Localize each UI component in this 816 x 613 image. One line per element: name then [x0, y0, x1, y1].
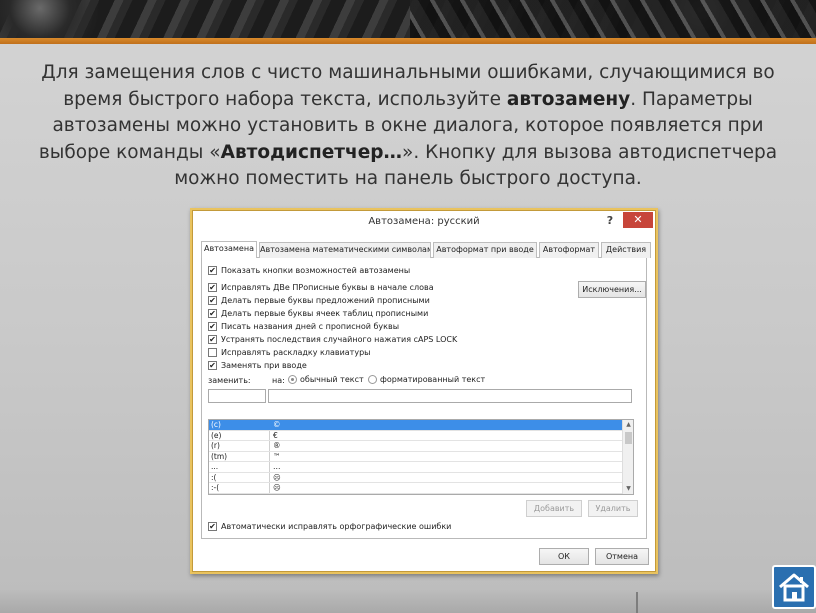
tab-actions[interactable]: Действия — [601, 242, 651, 258]
checkbox-replace-as-you-type[interactable]: ✔ — [208, 360, 217, 370]
list-scrollbar[interactable]: ▲ ▼ — [622, 420, 633, 494]
tab-strip: Автозамена Автозамена математическими си… — [201, 241, 651, 259]
option-label: Показать кнопки возможностей автозамены — [221, 265, 411, 275]
replace-label: заменить: — [208, 376, 251, 385]
checkbox-capitalize-days[interactable]: ✔ — [208, 321, 217, 331]
header-banner-texture — [410, 0, 816, 38]
checkbox-keyboard-layout[interactable] — [208, 347, 217, 357]
home-button[interactable] — [772, 565, 816, 609]
list-item-from: ... — [211, 462, 219, 471]
slide-text: Для замещения слов с чисто машинальными … — [30, 60, 786, 193]
delete-button[interactable]: Удалить — [588, 500, 638, 517]
option-label: Заменять при вводе — [221, 360, 307, 370]
option-label: Исправлять ДВе ПРописные буквы в начале … — [221, 282, 434, 292]
exceptions-button[interactable]: Исключения... — [578, 281, 646, 298]
replace-input[interactable] — [208, 389, 266, 403]
option-label: Делать первые буквы ячеек таблиц прописн… — [221, 308, 429, 318]
option-label: Делать первые буквы предложений прописны… — [221, 295, 430, 305]
list-item-to: © — [273, 420, 281, 429]
spellcheck-option[interactable]: ✔ Автоматически исправлять орфографическ… — [208, 520, 451, 532]
tab-autocorrect[interactable]: Автозамена — [201, 241, 257, 259]
checkbox-caps-lock[interactable]: ✔ — [208, 334, 217, 344]
radio-plain-text[interactable]: обычный текст — [288, 375, 364, 384]
option-two-initial-caps[interactable]: ✔ Исправлять ДВе ПРописные буквы в начал… — [208, 281, 434, 293]
list-item-to: € — [273, 430, 278, 440]
option-capitalize-sentences[interactable]: ✔ Делать первые буквы предложений пропис… — [208, 294, 430, 306]
accent-bar — [0, 38, 816, 44]
list-item-from: (c) — [211, 420, 221, 429]
option-replace-as-you-type[interactable]: ✔ Заменять при вводе — [208, 359, 307, 371]
option-capitalize-table-cells[interactable]: ✔ Делать первые буквы ячеек таблиц пропи… — [208, 307, 428, 319]
with-input[interactable] — [268, 389, 632, 403]
autocorrect-list[interactable]: (c) © (e) € (r) ® (tm) ™ ... … :( ☹ :-( ☹ ▲ ▼ — [208, 419, 634, 495]
list-item[interactable]: ... … — [209, 462, 633, 473]
checkbox-capitalize-table-cells[interactable]: ✔ — [208, 308, 217, 318]
cancel-button[interactable]: Отмена — [595, 548, 649, 565]
autocorrect-dialog: Автозамена: русский ? ✕ Автозамена Автоз… — [192, 210, 656, 572]
close-button[interactable]: ✕ — [623, 212, 653, 228]
footer-divider — [636, 592, 638, 613]
list-item-to: … — [273, 462, 281, 471]
list-item[interactable]: (r) ® — [209, 441, 633, 452]
dialog-titlebar: Автозамена: русский — [193, 211, 655, 233]
home-icon — [779, 573, 809, 602]
footer-strip — [0, 590, 816, 613]
list-item-from: (r) — [211, 441, 220, 450]
option-label: Автоматически исправлять орфографические… — [221, 521, 452, 531]
list-item-to: ☹ — [273, 483, 281, 492]
list-item[interactable]: :( ☹ — [209, 472, 633, 483]
scroll-thumb[interactable] — [625, 432, 632, 444]
show-buttons-option[interactable]: ✔ Показать кнопки возможностей автозамен… — [208, 264, 410, 276]
list-item[interactable]: :-( ☹ — [209, 483, 633, 494]
autocorrect-panel: ✔ Показать кнопки возможностей автозамен… — [201, 258, 647, 539]
tab-autoformat-as-you-type[interactable]: Автоформат при вводе — [433, 242, 537, 258]
option-capitalize-days[interactable]: ✔ Писать названия дней с прописной буквы — [208, 320, 399, 332]
radio-plain-icon[interactable] — [288, 375, 297, 384]
add-button[interactable]: Добавить — [526, 500, 582, 517]
checkbox-two-initial-caps[interactable]: ✔ — [208, 282, 217, 292]
checkbox-capitalize-sentences[interactable]: ✔ — [208, 295, 217, 305]
option-label: Исправлять раскладку клавиатуры — [221, 347, 371, 357]
intro-bold-autodispatcher: Автодиспетчер… — [220, 141, 402, 163]
list-item-from: (tm) — [211, 451, 228, 461]
checkbox-spellcheck[interactable]: ✔ — [208, 521, 217, 531]
scroll-down-icon[interactable]: ▼ — [623, 484, 633, 494]
list-item-from: :-( — [211, 483, 220, 492]
radio-formatted-label: форматированный текст — [380, 375, 486, 384]
tab-autoformat[interactable]: Автоформат — [539, 242, 599, 258]
scroll-up-icon[interactable]: ▲ — [623, 420, 633, 430]
list-item-from: :( — [211, 472, 217, 482]
checkbox-show-buttons[interactable]: ✔ — [208, 265, 217, 275]
option-keyboard-layout[interactable]: Исправлять раскладку клавиатуры — [208, 346, 370, 358]
list-item-to: ™ — [273, 451, 281, 461]
intro-bold-autocorrect: автозамену — [506, 88, 631, 110]
list-item-to: ® — [273, 441, 281, 450]
list-item-to: ☹ — [273, 472, 281, 482]
option-label: Устранять последствия случайного нажатия… — [221, 334, 458, 344]
list-item[interactable]: (c) © — [209, 420, 633, 431]
option-label: Писать названия дней с прописной буквы — [221, 321, 400, 331]
ok-button[interactable]: ОК — [539, 548, 589, 565]
tab-math-autocorrect[interactable]: Автозамена математическими символами — [259, 242, 431, 258]
list-item[interactable]: (tm) ™ — [209, 451, 633, 462]
dialog-title: Автозамена: русский — [368, 216, 480, 227]
list-item-from: (e) — [211, 430, 222, 440]
dialog-frame: Автозамена: русский ? ✕ Автозамена Автоз… — [190, 208, 658, 574]
radio-plain-label: обычный текст — [300, 375, 364, 384]
option-caps-lock[interactable]: ✔ Устранять последствия случайного нажат… — [208, 333, 457, 345]
radio-formatted-icon[interactable] — [368, 375, 377, 384]
list-item[interactable]: (e) € — [209, 430, 633, 441]
with-label: на: — [272, 376, 285, 385]
help-button[interactable]: ? — [603, 211, 617, 231]
radio-formatted-text[interactable]: форматированный текст — [368, 375, 485, 384]
